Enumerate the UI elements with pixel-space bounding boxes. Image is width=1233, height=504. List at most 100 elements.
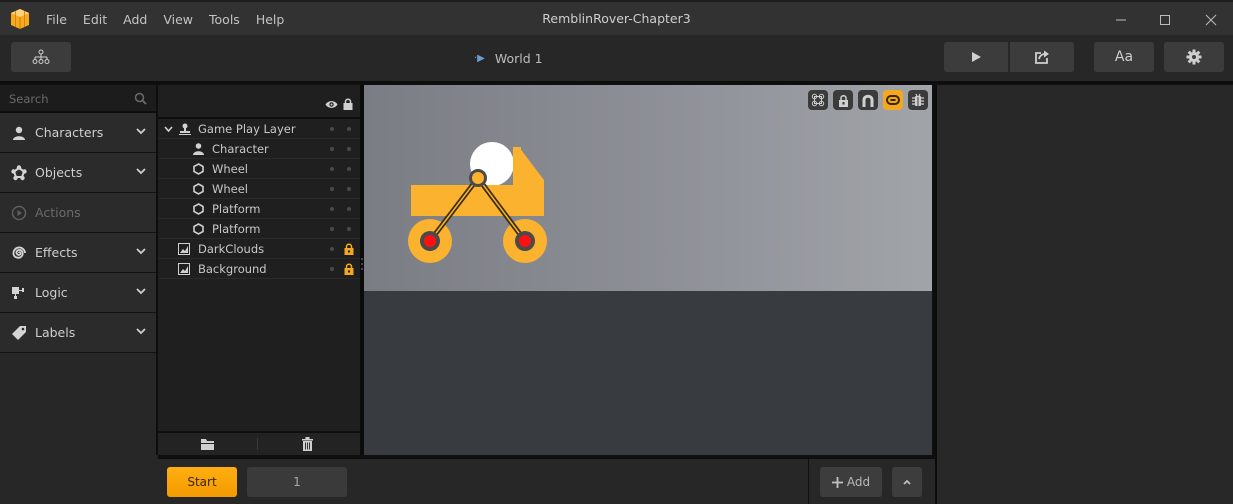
replay-button[interactable]: [1010, 42, 1074, 72]
layer-label: Game Play Layer: [198, 122, 296, 136]
expand-scenes-button[interactable]: [892, 467, 922, 497]
visibility-toggle[interactable]: [330, 247, 334, 251]
bug-icon: [912, 93, 924, 106]
layer-row[interactable]: Platform: [158, 199, 360, 219]
menu-view[interactable]: View: [163, 12, 193, 27]
lock-toggle[interactable]: [347, 227, 351, 231]
layers-footer: [158, 431, 360, 455]
lock-tool-button[interactable]: [833, 90, 853, 110]
visibility-toggle[interactable]: [330, 167, 334, 171]
trash-icon[interactable]: [302, 437, 313, 451]
layer-row[interactable]: Game Play Layer: [158, 119, 360, 139]
tag-icon: [12, 325, 26, 340]
layer-label: Background: [198, 262, 267, 276]
replay-icon: [1035, 50, 1049, 64]
visibility-toggle[interactable]: [330, 147, 334, 151]
lock-toggle[interactable]: [347, 207, 351, 211]
spiral-icon: [12, 246, 26, 259]
library-item-effects[interactable]: Effects: [0, 233, 156, 273]
search-input[interactable]: Search: [0, 85, 156, 113]
lock-icon[interactable]: [344, 263, 354, 275]
layer-row[interactable]: DarkClouds: [158, 239, 360, 259]
visibility-toggle[interactable]: [330, 267, 334, 271]
layer-label: Platform: [212, 202, 261, 216]
start-scene-button[interactable]: Start: [167, 467, 237, 497]
lock-icon[interactable]: [344, 243, 354, 255]
breadcrumb-world: World 1: [494, 51, 543, 66]
settings-button[interactable]: [1164, 42, 1224, 72]
footer-divider: [257, 438, 258, 450]
lock-toggle[interactable]: [347, 127, 351, 131]
close-button[interactable]: [1196, 8, 1226, 32]
app-logo-icon: [11, 9, 29, 29]
chevron-down-icon[interactable]: [164, 126, 173, 133]
layer-row[interactable]: Character: [158, 139, 360, 159]
scene-number-field[interactable]: 1: [247, 467, 347, 497]
layer-row[interactable]: Platform: [158, 219, 360, 239]
minimize-icon: [1116, 19, 1126, 21]
lock-icon[interactable]: [343, 98, 353, 110]
layer-label: Character: [212, 142, 269, 156]
library-item-label: Labels: [35, 325, 76, 340]
world-arrow-icon: ·▶: [474, 53, 485, 64]
layer-icon: [179, 123, 191, 135]
library-item-labels[interactable]: Labels: [0, 313, 156, 353]
link-icon: [886, 95, 900, 105]
joints-tool-button[interactable]: [808, 90, 828, 110]
breadcrumb[interactable]: ·▶ World 1: [474, 51, 543, 66]
magnet-tool-button[interactable]: [858, 90, 878, 110]
chevron-up-icon: [903, 479, 911, 485]
link-tool-button[interactable]: [883, 90, 903, 110]
hexagon-icon: [193, 223, 204, 235]
puzzle-icon: [12, 286, 24, 299]
person-icon: [193, 143, 204, 155]
layer-row[interactable]: Background: [158, 259, 360, 279]
menu-help[interactable]: Help: [256, 12, 285, 27]
menu-bar: File Edit Add View Tools Help: [38, 2, 292, 37]
play-button[interactable]: [944, 42, 1008, 72]
layer-row[interactable]: Wheel: [158, 159, 360, 179]
visibility-toggle[interactable]: [330, 227, 334, 231]
folder-icon[interactable]: [201, 439, 214, 450]
lock-toggle[interactable]: [347, 187, 351, 191]
close-icon: [1205, 14, 1217, 26]
hexagon-icon: [193, 183, 204, 195]
layer-label: Platform: [212, 222, 261, 236]
layer-label: Wheel: [212, 162, 249, 176]
search-placeholder: Search: [9, 92, 49, 106]
visibility-toggle[interactable]: [330, 187, 334, 191]
menu-file[interactable]: File: [46, 12, 67, 27]
eye-icon[interactable]: [325, 100, 338, 109]
library-item-characters[interactable]: Characters: [0, 113, 156, 153]
maximize-button[interactable]: [1150, 8, 1180, 32]
menu-add[interactable]: Add: [123, 12, 147, 27]
lock-icon: [838, 94, 848, 107]
properties-panel: [935, 85, 1233, 504]
lock-toggle[interactable]: [347, 147, 351, 151]
font-button[interactable]: Aa: [1094, 42, 1154, 72]
layer-row[interactable]: Wheel: [158, 179, 360, 199]
add-scene-button[interactable]: Add: [820, 467, 882, 497]
lock-toggle[interactable]: [347, 167, 351, 171]
hierarchy-button[interactable]: [11, 42, 71, 72]
layers-panel: Game Play Layer Character Wheel Wheel Pl…: [158, 85, 360, 455]
title-bar: File Edit Add View Tools Help RemblinRov…: [0, 0, 1233, 35]
maximize-icon: [1160, 15, 1170, 25]
stage-canvas[interactable]: [364, 85, 932, 455]
minimize-button[interactable]: [1106, 8, 1136, 32]
library-item-label: Logic: [35, 285, 68, 300]
stage-toolbar: [803, 90, 928, 110]
objects-icon: [11, 164, 27, 180]
visibility-toggle[interactable]: [330, 127, 334, 131]
library-item-logic[interactable]: Logic: [0, 273, 156, 313]
menu-tools[interactable]: Tools: [209, 12, 240, 27]
library-bottom-area: [0, 455, 158, 504]
library-item-objects[interactable]: Objects: [0, 153, 156, 193]
menu-edit[interactable]: Edit: [83, 12, 107, 27]
debug-tool-button[interactable]: [908, 90, 928, 110]
visibility-toggle[interactable]: [330, 207, 334, 211]
play-circle-icon: [11, 205, 27, 220]
hexagon-icon: [193, 203, 204, 215]
layers-header: [158, 85, 360, 119]
library-item-label: Actions: [35, 205, 81, 220]
